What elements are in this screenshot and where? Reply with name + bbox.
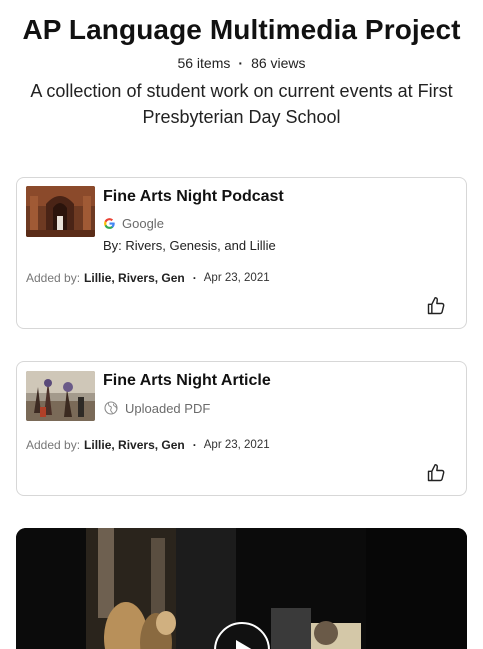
play-icon (236, 640, 252, 649)
post-title[interactable]: Fine Arts Night Article (103, 372, 271, 390)
added-by-row: Added by: Lillie, Rivers, Gen · Apr 23, … (26, 271, 270, 285)
added-by-label: Added by: (26, 438, 81, 452)
post-thumbnail[interactable] (26, 186, 95, 237)
source-label: Google (122, 216, 164, 231)
google-icon (104, 218, 115, 229)
source-label: Uploaded PDF (125, 400, 211, 416)
post-date: Apr 23, 2021 (203, 272, 270, 284)
item-count: 56 items (177, 55, 231, 71)
thumbs-up-icon (427, 463, 445, 482)
thumbnail-image (26, 371, 95, 421)
separator-dot: · (238, 55, 244, 71)
post-thumbnail[interactable] (26, 371, 95, 421)
page: AP Language Multimedia Project 56 items ·… (0, 0, 483, 649)
separator-dot: · (192, 271, 197, 285)
thumbs-up-icon (427, 296, 445, 315)
collection-stats: 56 items · 86 views (0, 55, 483, 71)
post-byline: By: Rivers, Genesis, and Lillie (103, 238, 276, 253)
added-by-names[interactable]: Lillie, Rivers, Gen (84, 271, 185, 285)
separator-dot: · (192, 438, 197, 452)
added-by-label: Added by: (26, 271, 81, 285)
thumbnail-image (26, 186, 95, 237)
view-count: 86 views (251, 55, 306, 71)
added-by-names[interactable]: Lillie, Rivers, Gen (84, 438, 185, 452)
added-by-row: Added by: Lillie, Rivers, Gen · Apr 23, … (26, 438, 270, 452)
globe-icon (104, 401, 118, 415)
post-source: Uploaded PDF (103, 400, 210, 416)
page-title: AP Language Multimedia Project (22, 14, 461, 45)
like-button[interactable] (426, 296, 446, 316)
post-card-article[interactable]: Fine Arts Night Article Uploaded PDF Add… (16, 361, 467, 496)
post-source: Google (103, 216, 164, 231)
post-date: Apr 23, 2021 (203, 439, 270, 451)
like-button[interactable] (426, 463, 446, 483)
post-card-podcast[interactable]: Fine Arts Night Podcast Google By: River… (16, 177, 467, 329)
post-title[interactable]: Fine Arts Night Podcast (103, 188, 284, 206)
collection-description: A collection of student work on current … (30, 81, 453, 127)
video-card[interactable] (16, 528, 467, 649)
